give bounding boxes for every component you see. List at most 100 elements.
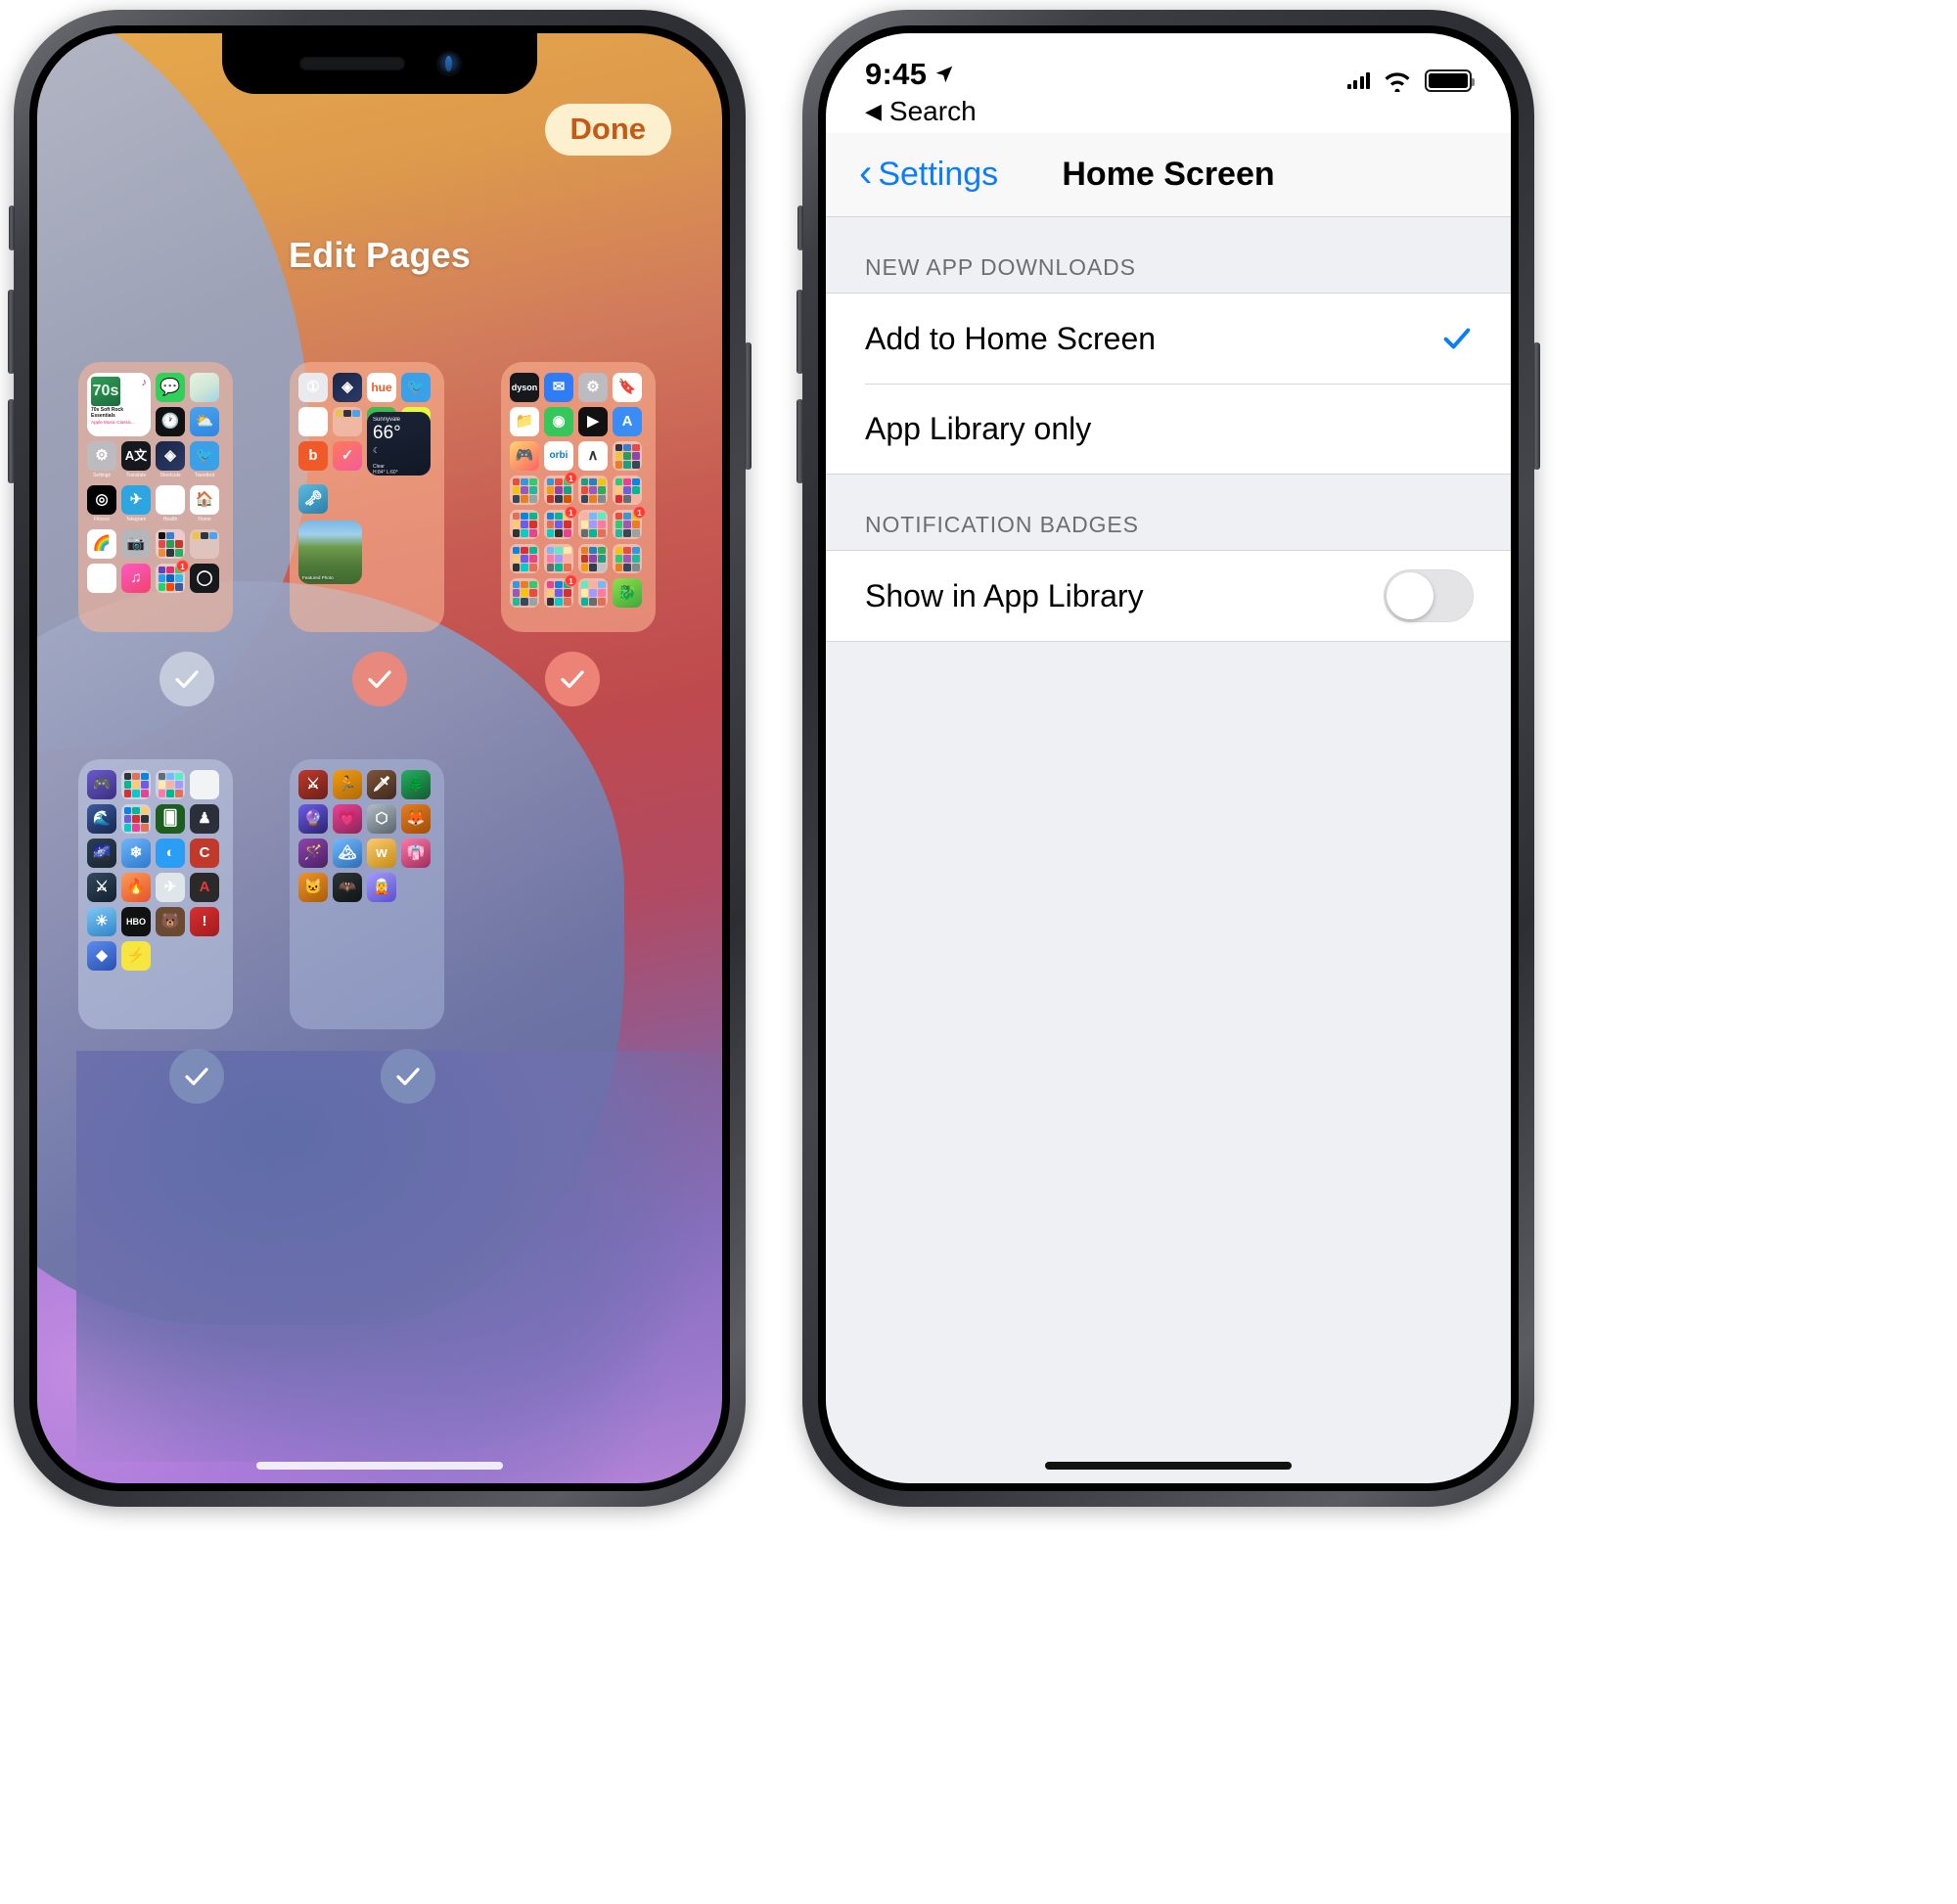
thumb-row: 1	[510, 506, 647, 539]
thumb-row: 🔮 💗 ⬡ 🦊	[298, 804, 435, 834]
thumb-row: 1 🐉	[510, 574, 647, 608]
folder-icon	[190, 529, 219, 559]
chevron-left-icon: ‹	[859, 152, 873, 195]
game-icon: ✈	[156, 873, 185, 902]
music-widget-title: 70s Soft Rock Essentials	[91, 407, 124, 419]
photo-widget-caption: Featured Photo	[302, 574, 334, 580]
home-indicator-left[interactable]	[256, 1462, 503, 1470]
overcast-icon: ◯	[190, 564, 219, 593]
page-cell-1: ♪ 70s 70s Soft Rock Essentials Apple Mus…	[78, 362, 233, 632]
folder-wrap: 1	[544, 574, 577, 608]
page-cell-4: 🎮 🌊 🂠 ♟ 🌌 ❄ ◐ C ⚔ 🔥 ✈ A ☀ HBO 🐻 ! ◆ ⚡	[78, 759, 233, 1029]
shortcuts-icon: ◈	[333, 373, 362, 402]
slack-icon: #	[298, 407, 328, 436]
iphone-left-screen: Done Edit Pages ♪ 70s 70s Soft Rock Esse…	[37, 33, 722, 1483]
row-show-in-app-library[interactable]: Show in App Library	[826, 551, 1511, 641]
game-icon: 🦇	[333, 873, 362, 902]
toggle-knob	[1387, 572, 1434, 619]
game-icon: 🏔	[333, 839, 362, 868]
game-icon: 🔮	[298, 804, 328, 834]
tweetbot-icon: 🐦	[401, 373, 431, 402]
folder-icon	[578, 578, 608, 608]
thumb-row: ⚔ 🏃 🗡 🌲	[298, 770, 435, 799]
photos-widget: Featured Photo	[298, 521, 362, 584]
power-button[interactable]	[745, 342, 751, 470]
folder-icon	[613, 476, 642, 505]
social-folder-wrap: 1	[156, 560, 189, 593]
thumb-row: 💬	[156, 373, 219, 402]
thumb-row: 🌈 📷	[87, 529, 224, 559]
game-icon: !	[190, 907, 219, 936]
thumb-row: ◆ ⚡	[87, 941, 224, 971]
weather-high-low: H:84° L:60°	[373, 470, 398, 476]
game-icon: 👘	[401, 839, 431, 868]
shortcuts-icon: ◈	[156, 441, 185, 471]
settings-icon: ⚙	[87, 441, 116, 471]
hbo-go-icon: HBO	[121, 907, 151, 936]
volume-down-button[interactable]	[796, 399, 803, 483]
folder-icon	[510, 544, 539, 573]
folder-icon	[578, 544, 608, 573]
game-icon: 🏃	[333, 770, 362, 799]
thumb-row: 🎮 orbi ∧	[510, 441, 647, 471]
silent-switch[interactable]	[797, 205, 803, 250]
fitness-icon: ◎	[87, 485, 116, 515]
volume-up-button[interactable]	[8, 290, 15, 374]
tv-icon: ▶	[578, 407, 608, 436]
photos-icon: 🌈	[87, 529, 116, 559]
app-store-icon: A	[613, 407, 642, 436]
page-1-checkmark[interactable]	[159, 652, 215, 706]
folder-icon	[578, 510, 608, 539]
album-art: 70s	[91, 377, 120, 406]
iphone-left-bezel: Done Edit Pages ♪ 70s 70s Soft Rock Esse…	[29, 25, 730, 1491]
done-button[interactable]: Done	[544, 104, 671, 156]
volume-up-button[interactable]	[796, 290, 803, 374]
page-thumbnail-4[interactable]: 🎮 🌊 🂠 ♟ 🌌 ❄ ◐ C ⚔ 🔥 ✈ A ☀ HBO 🐻 ! ◆ ⚡	[78, 759, 233, 1029]
folder-icon	[510, 510, 539, 539]
page-thumbnail-3[interactable]: dyson ✉ ⚙ 🔖 📁 ◉ ▶ A 🎮 orbi ∧ 1 1 1 1 🐉	[501, 362, 656, 632]
row-add-to-home-screen[interactable]: Add to Home Screen	[826, 294, 1511, 384]
thumb-label-row: Fitness Telegram Health Home	[87, 517, 224, 524]
status-bar-left: 9:45	[865, 57, 1070, 92]
row-app-library-only[interactable]: App Library only	[826, 384, 1511, 474]
page-4-checkmark[interactable]	[169, 1049, 224, 1104]
pokemon-icon: ⚡	[121, 941, 151, 971]
game-icon: 🗝	[298, 484, 328, 514]
row-label: Add to Home Screen	[865, 320, 1157, 356]
back-button[interactable]: ‹ Settings	[859, 152, 998, 195]
page-2-checkmark[interactable]	[352, 652, 407, 706]
weather-game-icon: ☀	[87, 907, 116, 936]
page-5-checkmark[interactable]	[381, 1049, 435, 1104]
page-thumbnail-2[interactable]: ① ◈ hue 🐦 # b ✓ Sunnyvale 66° ☾ Clear H:…	[290, 362, 444, 632]
dyson-icon: dyson	[510, 373, 539, 402]
game-icon: C	[190, 839, 219, 868]
page-check-cell-5	[331, 1049, 485, 1104]
page-3-checkmark[interactable]	[544, 652, 600, 706]
section-header-notification-badges: NOTIFICATION BADGES	[865, 512, 1139, 537]
volume-down-button[interactable]	[8, 399, 15, 483]
music-widget-subtitle: Apple Music Classic...	[91, 419, 135, 425]
folder-wrap: 1	[544, 472, 577, 505]
music-widget: ♪ 70s 70s Soft Rock Essentials Apple Mus…	[87, 373, 151, 436]
page-thumbnail-1[interactable]: ♪ 70s 70s Soft Rock Essentials Apple Mus…	[78, 362, 233, 632]
game-icon: ⚔	[87, 873, 116, 902]
show-in-app-library-toggle[interactable]	[1384, 569, 1474, 622]
page-thumbnail-5[interactable]: ⚔ 🏃 🗡 🌲 🔮 💗 ⬡ 🦊 🪄 🏔 w 👘 🐱 🦇 🧝	[290, 759, 444, 1029]
silent-switch[interactable]	[9, 205, 15, 250]
game-icon: 🌊	[87, 804, 116, 834]
app-label: Shortcuts	[159, 473, 181, 478]
power-button[interactable]	[1533, 342, 1540, 470]
game-icon: 🂠	[156, 804, 185, 834]
tweetbot-icon: 🐦	[190, 441, 219, 471]
game-icon: ◐	[156, 839, 185, 868]
home-indicator-right[interactable]	[1045, 1462, 1292, 1470]
page-cell-3: dyson ✉ ⚙ 🔖 📁 ◉ ▶ A 🎮 orbi ∧ 1 1 1 1 🐉	[501, 362, 656, 632]
page-selection-row-1	[78, 652, 681, 706]
folder-icon	[156, 770, 185, 799]
back-to-search-label: Search	[888, 96, 977, 126]
page-check-cell-2	[312, 652, 448, 706]
settings-icon: ⚙	[578, 373, 608, 402]
thumb-row: ◎ ✈ ❤ 🏠	[87, 485, 224, 515]
folder-wrap: 1	[613, 506, 646, 539]
back-to-search-button[interactable]: ◀ Search	[826, 96, 1511, 133]
